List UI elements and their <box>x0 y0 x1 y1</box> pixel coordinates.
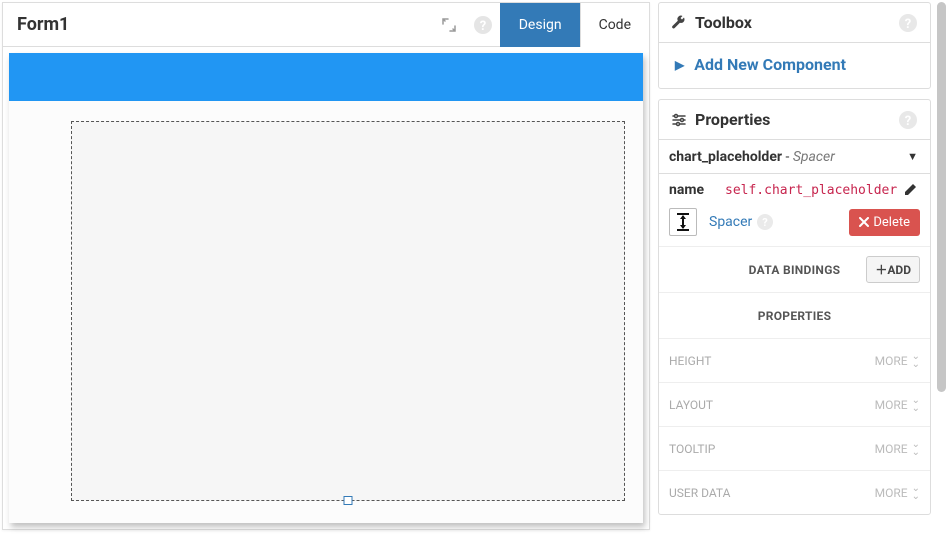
component-type-link[interactable]: Spacer <box>709 214 752 230</box>
toolbox-panel: Toolbox ? ▶ Add New Component <box>658 2 931 89</box>
tab-code[interactable]: Code <box>580 3 649 47</box>
properties-title: Properties <box>695 110 770 129</box>
edit-name-button[interactable] <box>903 183 917 197</box>
properties-section: PROPERTIES <box>659 292 930 338</box>
properties-header: Properties ? <box>659 100 930 140</box>
more-toggle: MORE⌄⌄ <box>875 485 920 501</box>
help-icon[interactable]: ? <box>898 110 918 130</box>
svg-text:?: ? <box>480 19 486 34</box>
property-label: USER DATA <box>669 486 730 500</box>
add-new-component[interactable]: ▶ Add New Component <box>659 43 930 88</box>
double-chevron-down-icon: ⌄⌄ <box>912 485 920 501</box>
double-chevron-down-icon: ⌄⌄ <box>912 353 920 369</box>
sliders-icon <box>669 112 689 128</box>
property-height[interactable]: HEIGHT MORE⌄⌄ <box>659 338 930 382</box>
selected-component-name: chart_placeholder <box>669 149 782 165</box>
add-new-component-label: Add New Component <box>694 55 846 74</box>
property-user-data[interactable]: USER DATA MORE⌄⌄ <box>659 470 930 514</box>
name-value: self.chart_placeholder <box>725 183 897 198</box>
tab-design[interactable]: Design <box>500 3 580 47</box>
title-bar-component[interactable] <box>9 53 643 101</box>
help-icon[interactable]: ? <box>898 13 918 33</box>
selected-component-dropdown[interactable]: chart_placeholder - Spacer ▼ <box>659 140 930 174</box>
property-layout[interactable]: LAYOUT MORE⌄⌄ <box>659 382 930 426</box>
add-label: ADD <box>887 263 911 277</box>
more-toggle: MORE⌄⌄ <box>875 397 920 413</box>
properties-section-title: PROPERTIES <box>758 309 832 323</box>
name-label: name <box>669 182 725 198</box>
toolbox-header: Toolbox ? <box>659 3 930 43</box>
tab-design-label: Design <box>519 17 562 33</box>
expand-icon[interactable] <box>432 3 466 47</box>
property-tooltip[interactable]: TOOLTIP MORE⌄⌄ <box>659 426 930 470</box>
help-icon[interactable]: ? <box>466 3 500 47</box>
name-property-row: name self.chart_placeholder <box>659 174 930 204</box>
data-bindings-section: DATA BINDINGS ＋ADD <box>659 246 930 292</box>
double-chevron-down-icon: ⌄⌄ <box>912 397 920 413</box>
scrollbar[interactable] <box>937 2 946 392</box>
data-bindings-title: DATA BINDINGS <box>749 263 841 277</box>
form-canvas[interactable] <box>9 53 643 523</box>
double-chevron-down-icon: ⌄⌄ <box>912 441 920 457</box>
svg-text:?: ? <box>763 216 769 229</box>
more-toggle: MORE⌄⌄ <box>875 441 920 457</box>
designer-panel: Form1 ? Design Code <box>2 2 650 530</box>
canvas-area <box>3 47 649 529</box>
designer-header: Form1 ? Design Code <box>3 3 649 47</box>
property-label: HEIGHT <box>669 354 711 368</box>
selected-component-type: Spacer <box>793 149 835 165</box>
add-binding-button[interactable]: ＋ADD <box>866 256 920 283</box>
caret-right-icon: ▶ <box>675 58 684 72</box>
svg-text:?: ? <box>905 17 911 32</box>
chevron-down-icon: ▼ <box>907 150 918 163</box>
form-title: Form1 <box>3 14 432 35</box>
property-label: LAYOUT <box>669 398 713 412</box>
delete-button[interactable]: Delete <box>849 209 920 236</box>
delete-label: Delete <box>873 215 910 230</box>
properties-panel: Properties ? chart_placeholder - Spacer … <box>658 99 931 515</box>
more-toggle: MORE⌄⌄ <box>875 353 920 369</box>
toolbox-title: Toolbox <box>695 13 752 32</box>
property-label: TOOLTIP <box>669 442 715 456</box>
tab-code-label: Code <box>599 17 631 33</box>
chart-placeholder-spacer[interactable] <box>71 121 625 501</box>
spacer-type-icon <box>669 208 697 236</box>
svg-text:?: ? <box>905 114 911 129</box>
plus-icon: ＋ <box>875 263 887 277</box>
help-icon[interactable]: ? <box>756 213 774 231</box>
component-type-row: Spacer ? Delete <box>659 204 930 246</box>
resize-handle-bottom[interactable] <box>344 496 353 505</box>
close-icon <box>859 217 869 227</box>
right-sidebar: Toolbox ? ▶ Add New Component Properties… <box>650 0 949 534</box>
wrench-icon <box>669 15 689 31</box>
